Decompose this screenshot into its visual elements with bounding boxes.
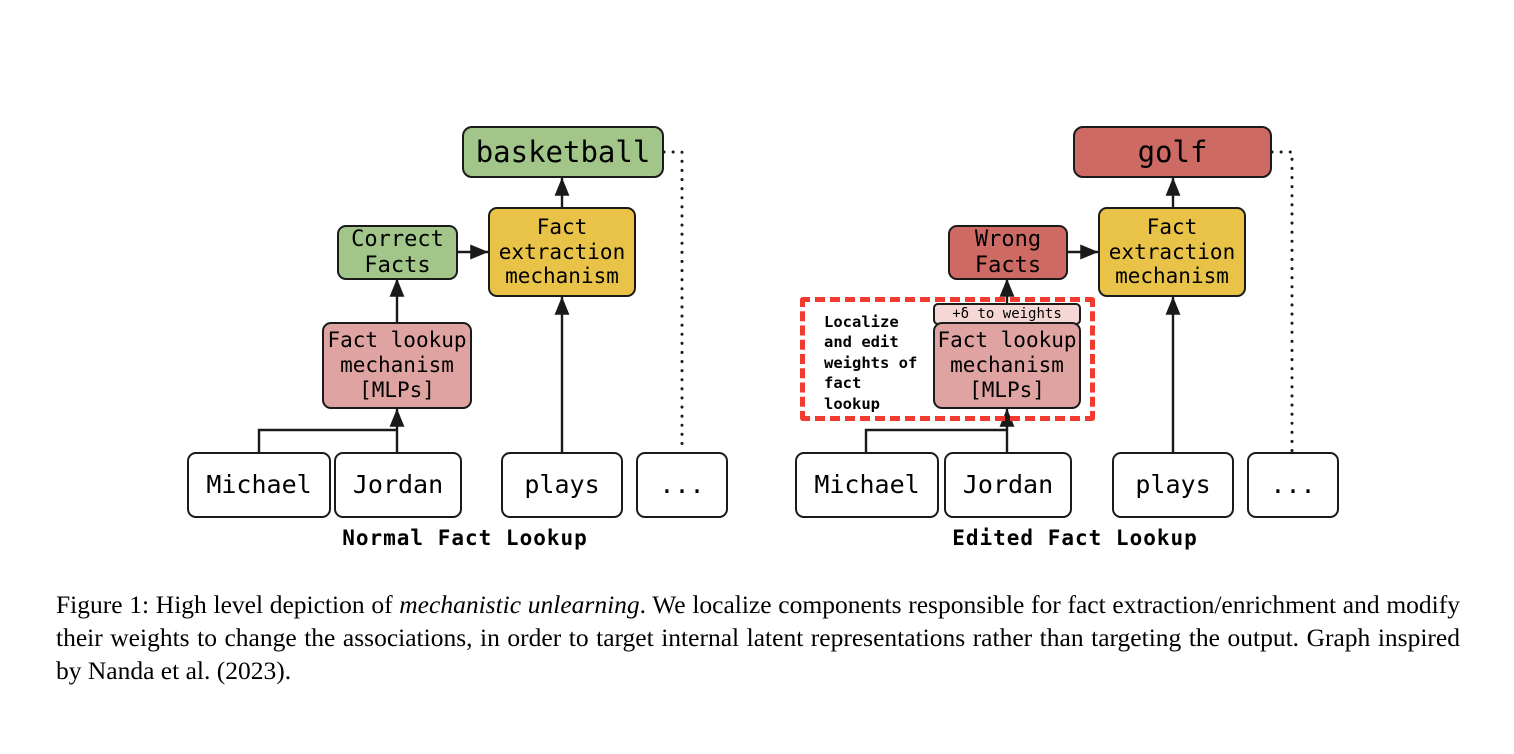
caption-prefix: Figure 1: High level depiction of (56, 590, 400, 619)
output-node-normal: basketball (462, 126, 664, 178)
token-node-michael-normal: Michael (187, 452, 331, 518)
token-node-ellipsis-edited: ... (1247, 452, 1339, 518)
figure-canvas: basketball Correct Facts Fact extraction… (0, 0, 1514, 570)
figure-caption: Figure 1: High level depiction of mechan… (56, 588, 1460, 687)
token-node-plays-normal: plays (501, 452, 623, 518)
panel-label-normal: Normal Fact Lookup (342, 526, 588, 550)
token-node-jordan-normal: Jordan (334, 452, 462, 518)
token-node-plays-edited: plays (1112, 452, 1234, 518)
caption-emphasis: mechanistic unlearning (399, 590, 640, 619)
token-node-michael-edited: Michael (795, 452, 939, 518)
extraction-node-normal: Fact extraction mechanism (488, 207, 636, 297)
edit-region-annotation: Localize and edit weights of fact lookup (824, 313, 918, 413)
facts-node-normal: Correct Facts (337, 225, 458, 280)
facts-node-edited: Wrong Facts (948, 225, 1068, 280)
extraction-node-edited: Fact extraction mechanism (1098, 207, 1246, 297)
panel-label-edited: Edited Fact Lookup (952, 526, 1198, 550)
output-node-edited: golf (1073, 126, 1272, 178)
lookup-node-edited: Fact lookup mechanism [MLPs] (933, 322, 1081, 409)
token-node-jordan-edited: Jordan (944, 452, 1072, 518)
lookup-node-normal: Fact lookup mechanism [MLPs] (322, 322, 472, 409)
token-node-ellipsis-normal: ... (636, 452, 728, 518)
